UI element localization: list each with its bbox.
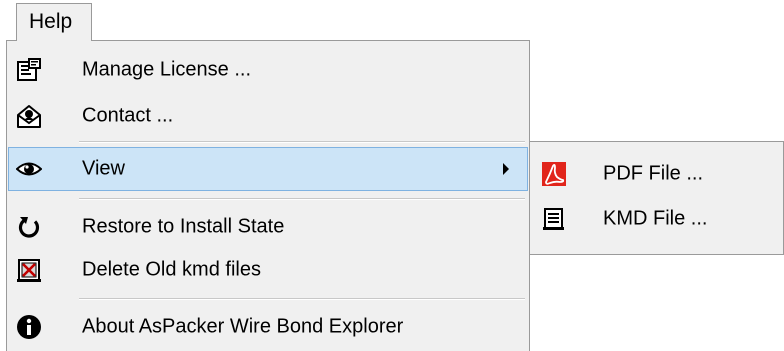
info-icon (16, 314, 42, 340)
menubar-help-label: Help (29, 10, 73, 33)
eye-icon (15, 156, 43, 182)
menu-item-label: View (82, 157, 125, 180)
submenu-item-kmd-file[interactable]: KMD File ... (532, 197, 782, 241)
menu-item-label: Restore to Install State (82, 215, 285, 238)
submenu-item-label: PDF File ... (603, 162, 704, 185)
menu-item-restore[interactable]: Restore to Install State (8, 205, 528, 249)
submenu-arrow-icon (503, 163, 509, 175)
help-menu: Manage License ... Contact ... View Rest… (6, 40, 530, 351)
menu-item-label: About AsPacker Wire Bond Explorer (82, 315, 404, 338)
menu-item-label: Manage License ... (82, 58, 251, 81)
envelope-contact-icon (16, 103, 42, 129)
submenu-item-label: KMD File ... (603, 207, 708, 230)
menubar-help[interactable]: Help (16, 3, 92, 41)
menu-item-label: Contact ... (82, 104, 174, 127)
menu-separator (79, 198, 525, 200)
submenu-item-pdf-file[interactable]: PDF File ... (532, 152, 782, 196)
menu-item-manage-license[interactable]: Manage License ... (8, 48, 528, 92)
pdf-icon (540, 160, 568, 188)
screen: Help Manage License ... Contact ... View… (0, 0, 784, 351)
delete-files-icon (16, 257, 42, 283)
menu-separator (79, 298, 525, 300)
menu-separator (79, 141, 525, 143)
view-submenu: PDF File ... KMD File ... (529, 141, 784, 255)
license-certificate-icon (16, 57, 42, 83)
menu-item-delete-old-kmd[interactable]: Delete Old kmd files (8, 248, 528, 292)
restore-arrow-icon (16, 214, 42, 240)
menu-item-label: Delete Old kmd files (82, 258, 261, 281)
menu-item-about[interactable]: About AsPacker Wire Bond Explorer (8, 305, 528, 349)
menu-item-view[interactable]: View (8, 147, 528, 191)
menu-item-contact[interactable]: Contact ... (8, 94, 528, 138)
document-icon (540, 205, 568, 233)
